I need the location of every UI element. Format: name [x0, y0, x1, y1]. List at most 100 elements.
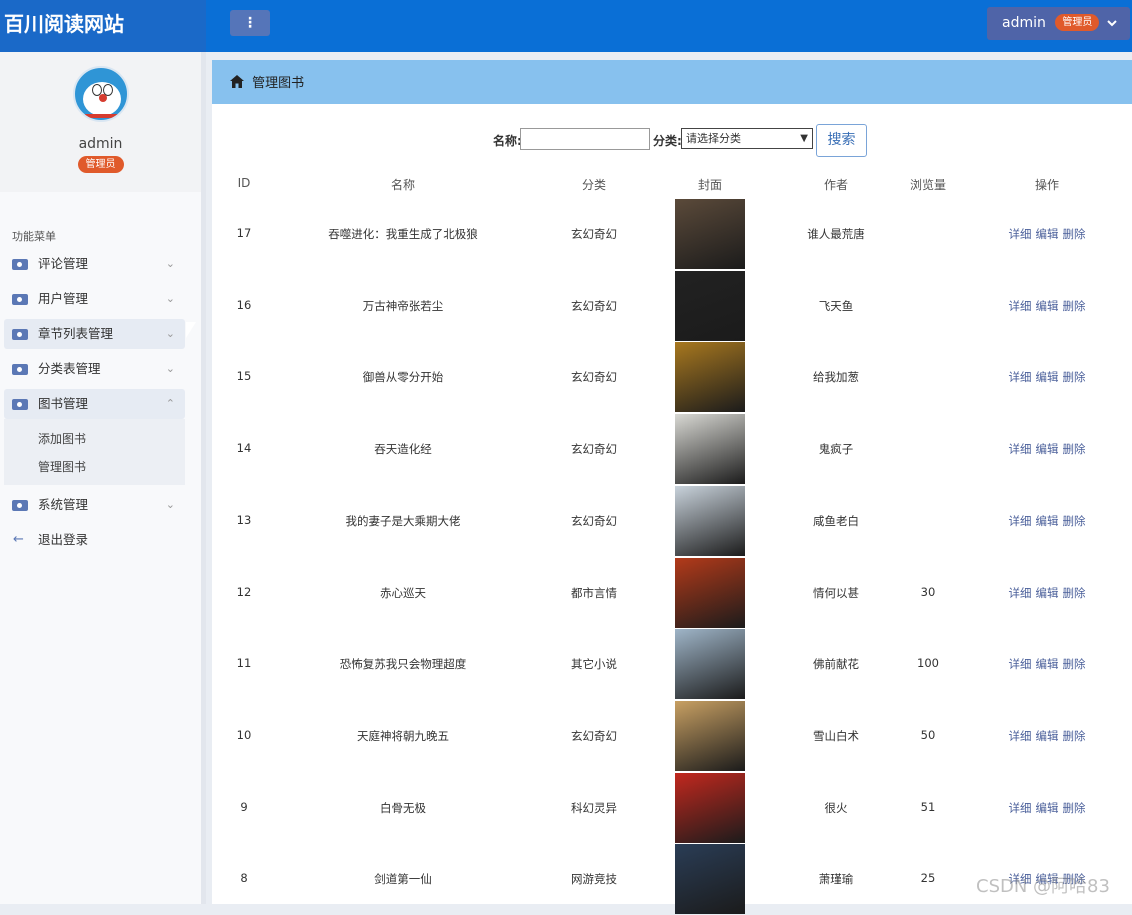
book-category: 其它小说	[571, 657, 617, 672]
delete-link[interactable]: 删除	[1063, 586, 1086, 600]
menu-icon	[12, 399, 28, 410]
profile-role-badge: 管理员	[77, 156, 124, 173]
edit-link[interactable]: 编辑	[1036, 729, 1059, 743]
chevron-down-icon: ⌄	[165, 362, 175, 375]
detail-link[interactable]: 详细	[1009, 729, 1032, 743]
breadcrumb: 管理图书	[212, 60, 1132, 104]
book-id: 17	[236, 226, 252, 240]
sidebar-item-system[interactable]: 系统管理 ⌄	[4, 490, 185, 520]
book-views: 100	[917, 656, 939, 671]
detail-link[interactable]: 详细	[1009, 801, 1032, 815]
menu-icon	[12, 500, 28, 511]
book-cover-image	[675, 270, 745, 341]
delete-link[interactable]: 删除	[1063, 299, 1086, 313]
profile-name: admin	[78, 136, 123, 152]
book-author: 很火	[824, 800, 848, 815]
site-title[interactable]: 百川阅读网站	[0, 0, 206, 52]
delete-link[interactable]: 删除	[1063, 370, 1086, 384]
row-actions: 详细 编辑 删除	[982, 800, 1112, 816]
book-cover-image	[675, 414, 745, 485]
book-cover-image	[675, 700, 745, 771]
detail-link[interactable]: 详细	[1009, 299, 1032, 313]
delete-link[interactable]: 删除	[1063, 729, 1086, 743]
edit-link[interactable]: 编辑	[1036, 514, 1059, 528]
delete-link[interactable]: 删除	[1063, 657, 1086, 671]
col-header-category: 分类	[581, 178, 606, 192]
chevron-up-icon: ⌃	[165, 397, 175, 410]
sidebar: admin 管理员 功能菜单 评论管理 ⌄ 用户管理 ⌄ 章节列表管理 ⌄ 分类…	[0, 52, 206, 904]
name-search-input[interactable]	[520, 128, 650, 150]
book-id: 9	[240, 799, 248, 814]
row-actions: 详细 编辑 删除	[982, 441, 1112, 457]
logout-button[interactable]: ← 退出登录	[4, 525, 185, 555]
book-name: 赤心巡天	[380, 585, 426, 600]
detail-link[interactable]: 详细	[1009, 514, 1032, 528]
book-author: 谁人最荒唐	[807, 227, 865, 241]
table-row: 15 御兽从零分开始 玄幻奇幻 给我加葱 详细 编辑 删除	[212, 341, 1132, 413]
arrow-left-icon: ←	[13, 532, 24, 547]
table-row: 12 赤心巡天 都市言情 情何以甚 30 详细 编辑 删除	[212, 557, 1132, 629]
edit-link[interactable]: 编辑	[1036, 801, 1059, 815]
detail-link[interactable]: 详细	[1009, 227, 1032, 241]
row-actions: 详细 编辑 删除	[982, 226, 1112, 242]
sidebar-item-users[interactable]: 用户管理 ⌄	[4, 284, 185, 314]
book-cover-image	[675, 199, 745, 269]
book-category: 玄幻奇幻	[571, 442, 617, 457]
sidebar-item-label: 系统管理	[38, 497, 89, 512]
delete-link[interactable]: 删除	[1063, 227, 1086, 241]
book-name: 白骨无极	[380, 800, 426, 815]
sidebar-item-categories[interactable]: 分类表管理 ⌄	[4, 354, 185, 384]
table-row: 9 白骨无极 科幻灵异 很火 51 详细 编辑 删除	[212, 772, 1132, 844]
book-category: 科幻灵异	[571, 800, 617, 815]
page-title: 管理图书	[252, 76, 305, 91]
delete-link[interactable]: 删除	[1063, 514, 1086, 528]
name-label: 名称:	[493, 134, 522, 148]
sidebar-item-chapters[interactable]: 章节列表管理 ⌄	[4, 319, 185, 349]
table-header: ID 名称 分类 封面 作者 浏览量 操作	[212, 176, 1132, 192]
sidebar-item-label: 章节列表管理	[38, 326, 114, 341]
col-header-cover: 封面	[697, 178, 722, 192]
edit-link[interactable]: 编辑	[1036, 442, 1059, 456]
menu-toggle-button[interactable]: ⋮	[230, 10, 270, 36]
mouse-cursor	[186, 322, 196, 338]
edit-link[interactable]: 编辑	[1036, 657, 1059, 671]
book-author: 给我加葱	[813, 370, 859, 385]
book-cover-image	[675, 342, 745, 413]
logout-label: 退出登录	[38, 532, 89, 547]
book-name: 吞天造化经	[374, 442, 432, 457]
submenu-item-manage-books[interactable]: 管理图书	[38, 453, 185, 481]
menu-section-title: 功能菜单	[12, 230, 56, 243]
delete-link[interactable]: 删除	[1063, 442, 1086, 456]
book-name: 万古神帝张若尘	[362, 298, 444, 313]
edit-link[interactable]: 编辑	[1036, 299, 1059, 313]
book-author: 情何以甚	[813, 585, 859, 600]
col-header-actions: 操作	[1034, 178, 1059, 192]
chevron-down-icon: ⌄	[165, 257, 175, 270]
sidebar-item-comments[interactable]: 评论管理 ⌄	[4, 249, 185, 279]
detail-link[interactable]: 详细	[1009, 657, 1032, 671]
table-row: 11 恐怖复苏我只会物理超度 其它小说 佛前献花 100 详细 编辑 删除	[212, 628, 1132, 700]
category-select[interactable]: 请选择分类 ▼	[681, 128, 813, 149]
search-button[interactable]: 搜索	[816, 124, 867, 157]
submenu-item-add-book[interactable]: 添加图书	[38, 425, 185, 453]
edit-link[interactable]: 编辑	[1036, 586, 1059, 600]
profile-card: admin 管理员	[0, 52, 201, 192]
chevron-down-icon: ⌄	[165, 292, 175, 305]
book-id: 15	[236, 369, 252, 384]
delete-link[interactable]: 删除	[1063, 801, 1086, 815]
detail-link[interactable]: 详细	[1009, 586, 1032, 600]
book-author: 萧瑾瑜	[818, 872, 854, 887]
user-name: admin	[1002, 15, 1046, 31]
detail-link[interactable]: 详细	[1009, 442, 1032, 456]
user-menu-button[interactable]: admin 管理员	[987, 7, 1130, 40]
detail-link[interactable]: 详细	[1009, 370, 1032, 384]
edit-link[interactable]: 编辑	[1036, 370, 1059, 384]
sidebar-item-books[interactable]: 图书管理 ⌃	[4, 389, 185, 419]
edit-link[interactable]: 编辑	[1036, 227, 1059, 241]
home-icon[interactable]	[230, 60, 244, 104]
chevron-down-icon: ▼	[800, 133, 808, 144]
row-actions: 详细 编辑 删除	[982, 728, 1112, 744]
watermark: CSDN @阿哈83	[976, 876, 1110, 897]
book-name: 剑道第一仙	[374, 872, 432, 887]
book-category: 玄幻奇幻	[571, 513, 617, 528]
